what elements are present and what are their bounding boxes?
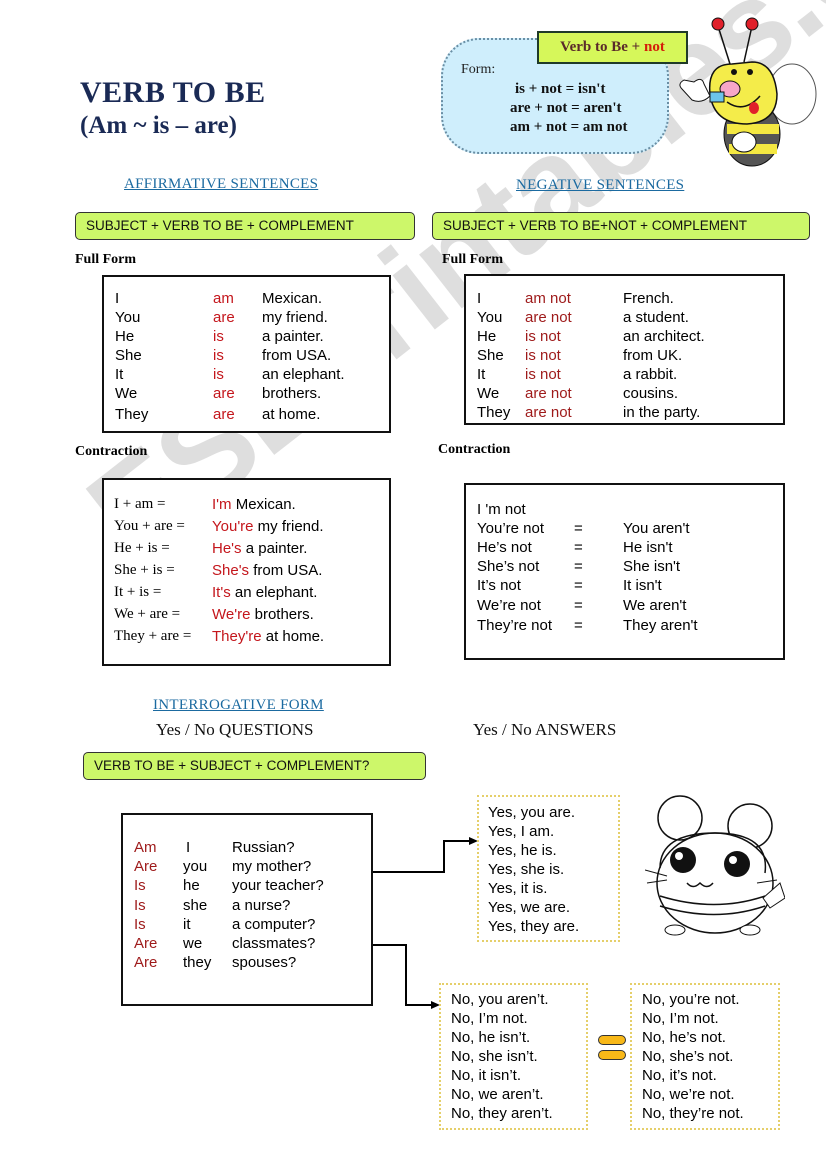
- no-answer: No, we aren’t.: [451, 1086, 544, 1103]
- connector-line: [405, 944, 407, 1006]
- negative-formula: SUBJECT + VERB TO BE+NOT + COMPLEMENT: [432, 212, 810, 240]
- equals-icon: [598, 1035, 626, 1045]
- equals-icon: [598, 1050, 626, 1060]
- answers-title: Yes / No ANSWERS: [473, 720, 617, 739]
- negative-contraction-label: Contraction: [438, 442, 511, 457]
- interrogative-heading: INTERROGATIVE FORM: [153, 697, 324, 713]
- notbox-not: not: [643, 39, 665, 55]
- page-subtitle: (Am ~ is – are): [80, 112, 237, 139]
- rule-line: is + not = isn't: [515, 81, 606, 97]
- yes-answer: Yes, you are.: [488, 804, 576, 821]
- no-answer-alt: No, he’s not.: [642, 1029, 726, 1046]
- form-label: Form:: [461, 62, 496, 77]
- verb-to-be-not-box: Verb to Be + not: [537, 31, 688, 64]
- interrogative-formula: VERB TO BE + SUBJECT + COMPLEMENT?: [83, 752, 426, 780]
- no-answer-alt: No, I’m not.: [642, 1010, 719, 1027]
- questions-box: Am I Russian? Are you my mother? Is he your te…: [121, 813, 373, 1006]
- affirmative-heading: AFFIRMATIVE SENTENCES: [124, 176, 319, 192]
- connector-line: [443, 840, 445, 873]
- questions-title: Yes / No QUESTIONS: [156, 720, 314, 739]
- negative-full-form-box: Iam not French. You are not a student. He is…: [464, 274, 785, 425]
- neg-contraction-first: I 'm not: [477, 501, 526, 518]
- rule-line: are + not = aren't: [510, 100, 622, 116]
- affirmative-contraction-box: I + am = I'm Mexican. You + are = You're m…: [102, 478, 391, 666]
- page-title: VERB TO BE: [80, 76, 266, 109]
- affirmative-formula: SUBJECT + VERB TO BE + COMPLEMENT: [75, 212, 415, 240]
- negative-full-form-label: Full Form: [442, 252, 504, 267]
- bee-illustration: [679, 17, 817, 167]
- affirmative-contraction-label: Contraction: [75, 444, 148, 459]
- negation-rules: is + not = isn't are + not = aren't am +…: [505, 80, 628, 137]
- connector-line: [405, 1004, 432, 1006]
- no-answers-box: No, you aren’t. No, I’m not. No, he isn’…: [439, 983, 588, 1130]
- yes-answers-box: Yes, you are. Yes, I am. Yes, he is. Yes…: [477, 795, 620, 942]
- connector-line: [443, 840, 470, 842]
- no-answer-alt: No, it’s not.: [642, 1067, 717, 1084]
- negative-heading: NEGATIVE SENTENCES: [516, 177, 685, 193]
- no-answer-alt: No, you’re not.: [642, 991, 740, 1008]
- connector-line: [373, 871, 445, 873]
- yes-answer: Yes, he is.: [488, 842, 557, 859]
- no-answer-alt: No, she’s not.: [642, 1048, 734, 1065]
- no-answer: No, you aren’t.: [451, 991, 549, 1008]
- affirmative-full-form-label: Full Form: [75, 252, 137, 267]
- yes-answer: Yes, they are.: [488, 918, 580, 935]
- yes-answer: Yes, it is.: [488, 880, 548, 897]
- negative-contraction-box: I 'm not You’re not = You aren't He’s not =…: [464, 483, 785, 660]
- yes-answer: Yes, we are.: [488, 899, 570, 916]
- no-answer-alt: No, we’re not.: [642, 1086, 735, 1103]
- affirmative-full-form-box: Iam Mexican. You are my friend. He is a paint…: [102, 275, 391, 433]
- no-answer: No, it isn’t.: [451, 1067, 522, 1084]
- yes-answer: Yes, I am.: [488, 823, 555, 840]
- no-answer: No, I’m not.: [451, 1010, 528, 1027]
- hamster-illustration: [645, 795, 785, 936]
- no-answers-alt-box: No, you’re not. No, I’m not. No, he’s no…: [630, 983, 780, 1130]
- rule-line: am + not = am not: [510, 119, 628, 135]
- no-answer: No, they aren’t.: [451, 1105, 553, 1122]
- notbox-prefix: Verb to Be +: [560, 39, 644, 55]
- yes-answer: Yes, she is.: [488, 861, 565, 878]
- no-answer: No, she isn’t.: [451, 1048, 538, 1065]
- no-answer: No, he isn’t.: [451, 1029, 531, 1046]
- no-answer-alt: No, they’re not.: [642, 1105, 744, 1122]
- connector-line: [373, 944, 407, 946]
